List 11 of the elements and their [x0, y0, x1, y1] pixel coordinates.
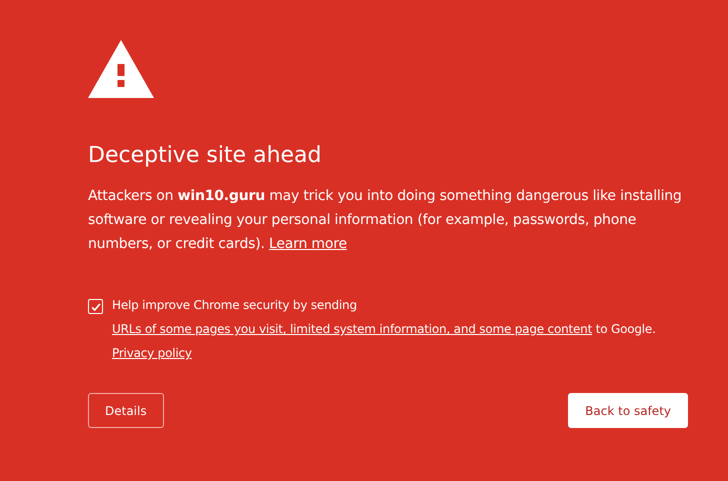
report-consent-text: Help improve Chrome security by sending URLs of some pages you visit, limited system information, and some page content to Google. Privacy policy	[112, 297, 657, 362]
checkmark-icon	[90, 300, 102, 312]
warning-message: Attackers on win10.guru may trick you into doing something dangerous like installing software or revealing your personal information (for example, passwords, phone numbers, or credit cards). Learn more	[88, 187, 683, 254]
page-title: Deceptive site ahead	[88, 142, 322, 170]
details-button[interactable]: Details	[88, 393, 164, 428]
warning-icon	[88, 40, 154, 98]
link[interactable]: Privacy policy	[112, 346, 192, 360]
checkbox[interactable]	[88, 299, 103, 314]
back-to-safety-button[interactable]: Back to safety	[568, 393, 688, 428]
link[interactable]: URLs of some pages you visit, limited system information, and some page content	[112, 322, 592, 336]
link[interactable]: Learn more	[269, 236, 347, 252]
